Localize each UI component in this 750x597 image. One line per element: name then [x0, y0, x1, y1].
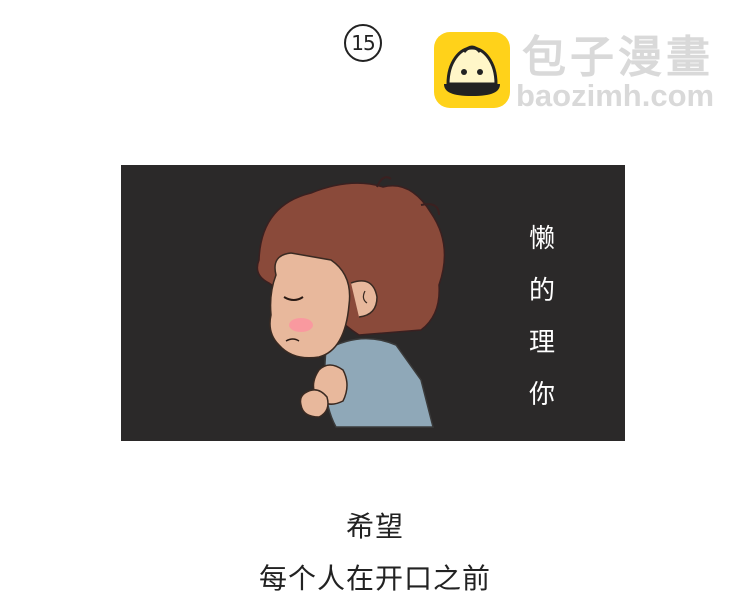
page-number-badge: 15: [344, 24, 382, 62]
vertical-title: 懒 的 理 你: [522, 213, 562, 421]
caption-line: 希望: [345, 510, 404, 543]
watermark: 包子漫畫 baozimh.com: [434, 32, 734, 114]
title-char: 你: [528, 380, 555, 410]
caption-line: 每个人在开口之前: [258, 562, 491, 595]
comic-panel: 懒 的 理 你: [121, 165, 625, 441]
watermark-url: baozimh.com: [516, 78, 715, 113]
watermark-title: 包子漫畫: [522, 32, 714, 83]
steamed-bun-icon: [434, 32, 510, 108]
title-char: 的: [528, 276, 555, 306]
title-char: 懒: [528, 224, 555, 254]
title-char: 理: [528, 328, 555, 358]
page-number: 15: [351, 31, 375, 55]
